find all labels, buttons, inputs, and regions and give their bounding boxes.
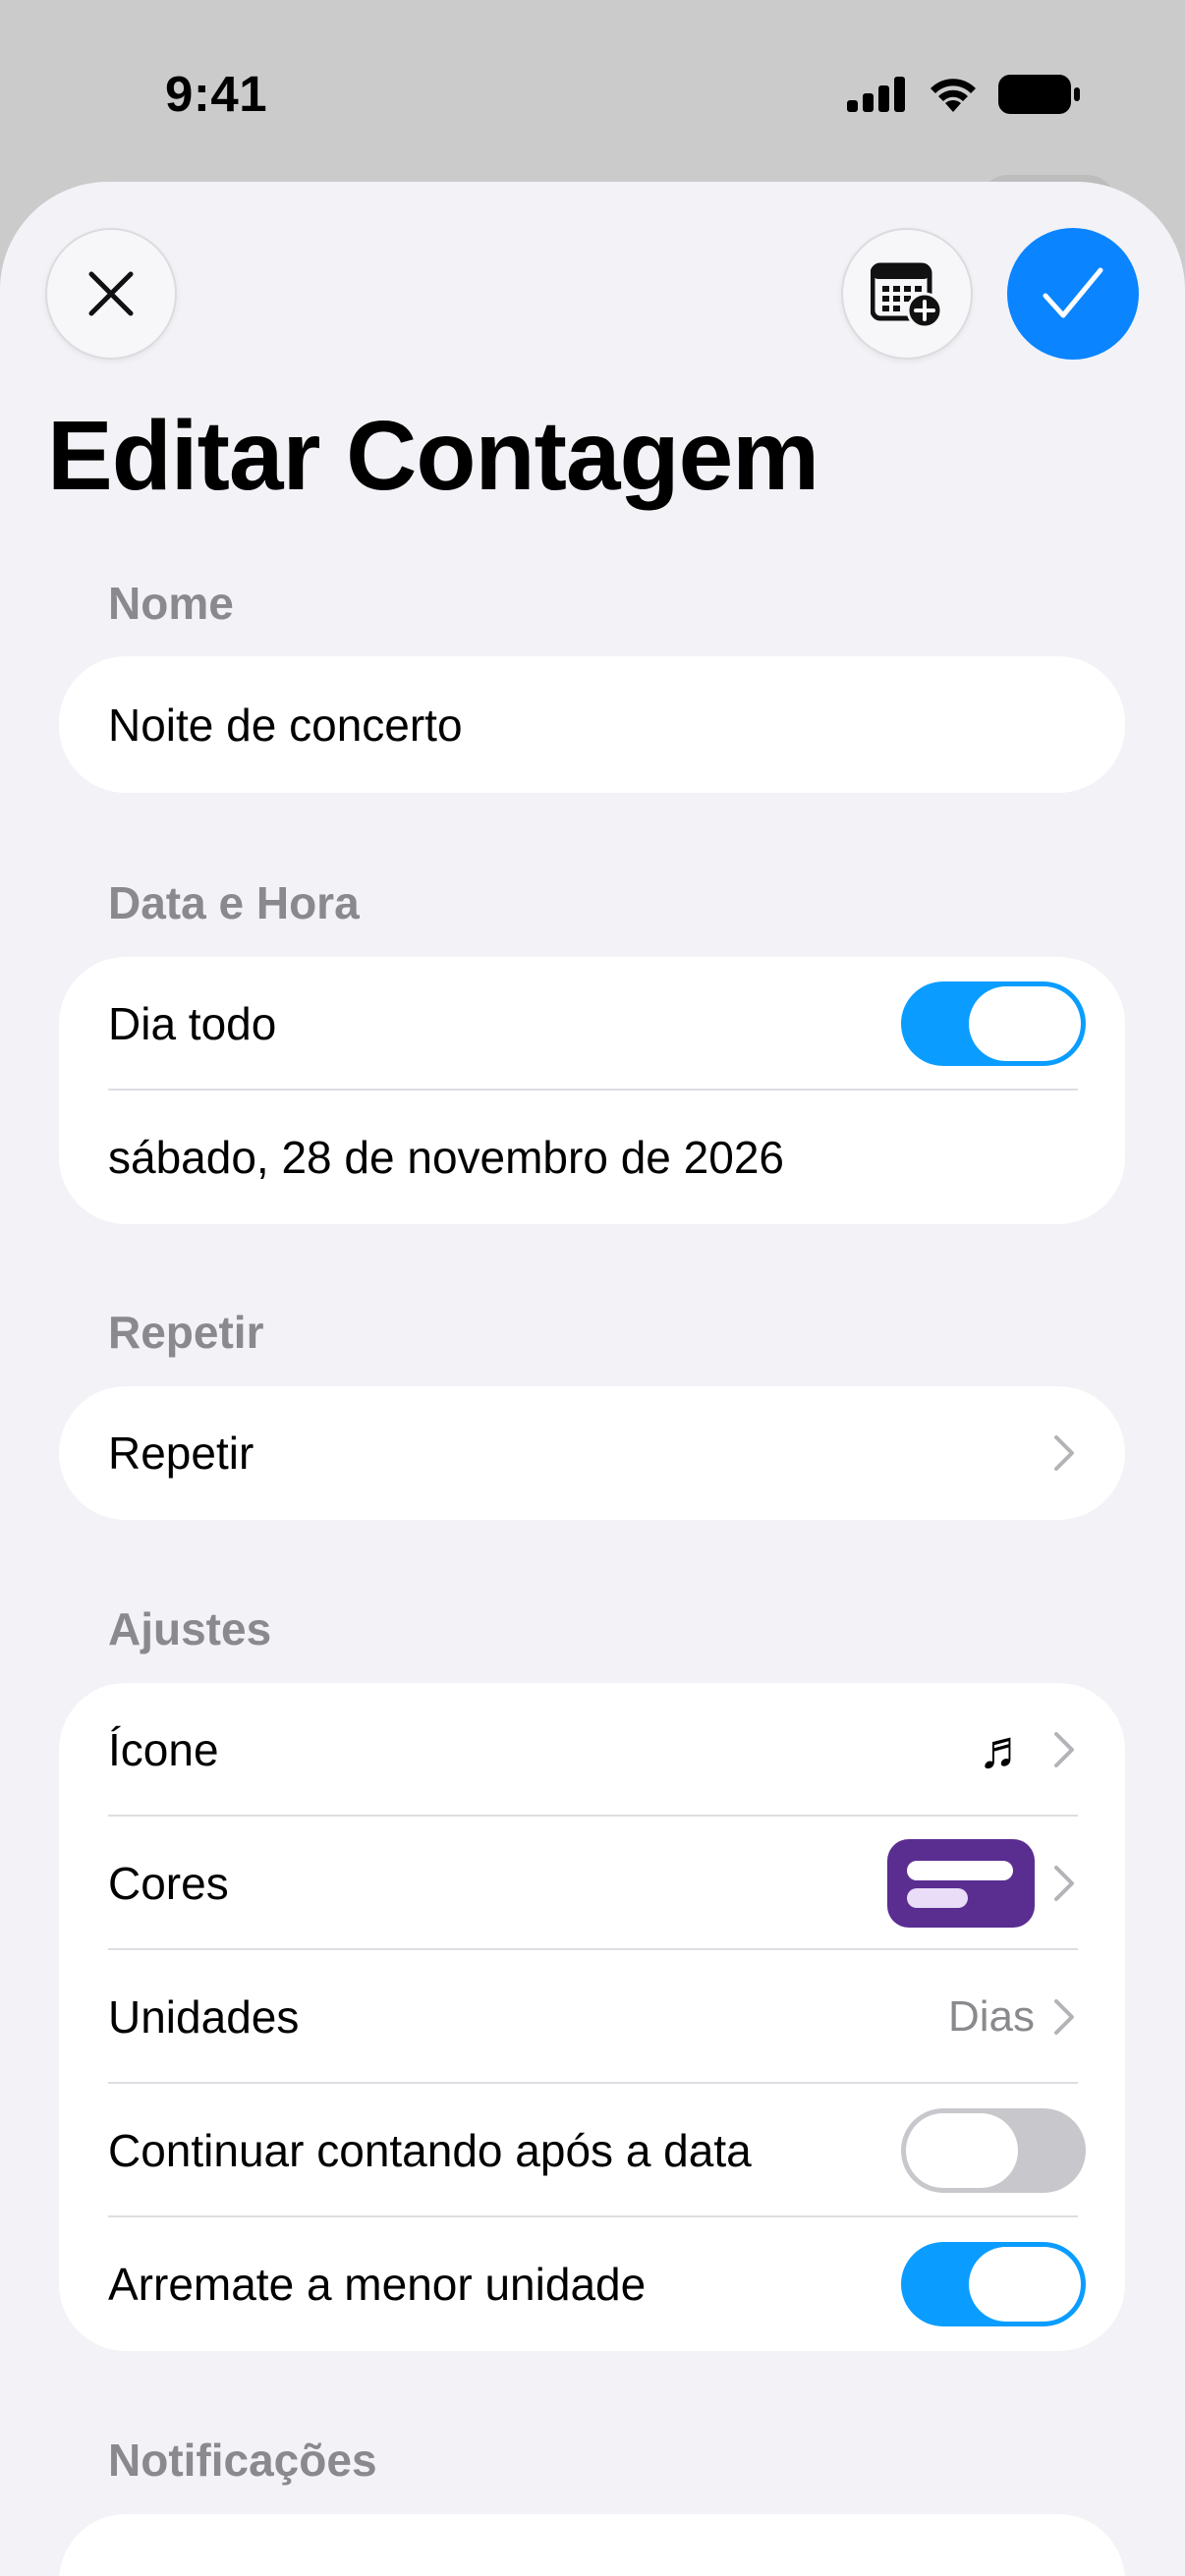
section-header-name: Nome: [108, 578, 234, 629]
close-icon: [88, 271, 134, 316]
repeat-label: Repetir: [108, 1428, 254, 1479]
section-header-datetime: Data e Hora: [108, 877, 360, 928]
music-note-icon: ♬: [978, 1720, 1031, 1779]
round-smallest-unit-toggle[interactable]: [901, 2242, 1086, 2326]
wifi-icon: [931, 79, 976, 112]
date-value[interactable]: sábado, 28 de novembro de 2026: [108, 1131, 1086, 1184]
calendar-add-icon: [871, 262, 943, 328]
section-header-settings: Ajustes: [108, 1603, 272, 1654]
all-day-label: Dia todo: [108, 998, 277, 1049]
icon-label: Ícone: [108, 1724, 219, 1775]
section-header-repeat: Repetir: [108, 1307, 264, 1358]
checkmark-icon: [1043, 267, 1103, 318]
name-field[interactable]: Noite de concerto: [59, 656, 1125, 793]
round-smallest-unit-label: Arremate a menor unidade: [108, 2259, 647, 2310]
name-value[interactable]: Noite de concerto: [108, 699, 1086, 752]
color-swatch: [887, 1839, 1035, 1928]
all-day-toggle[interactable]: [901, 981, 1086, 1066]
repeat-card: Repetir: [59, 1386, 1125, 1520]
units-value: Dias: [947, 1992, 1035, 2041]
chevron-right-icon: [1054, 1999, 1074, 2035]
name-card: Noite de concerto: [59, 656, 1125, 793]
page-title: Editar Contagem: [47, 401, 819, 511]
status-bar: 9:41: [0, 0, 1185, 187]
all-day-row: Dia todo: [59, 957, 1125, 1091]
round-smallest-unit-row: Arremate a menor unidade: [59, 2217, 1125, 2351]
settings-card: Ícone ♬ Cores Unidades Dias Continuar co…: [59, 1683, 1125, 2351]
notifications-card: [59, 2514, 1125, 2576]
confirm-button[interactable]: [1007, 228, 1139, 360]
datetime-card: Dia todo sábado, 28 de novembro de 2026: [59, 957, 1125, 1224]
section-header-notifications: Notificações: [108, 2435, 377, 2486]
add-to-calendar-button[interactable]: [841, 228, 973, 360]
battery-icon: [998, 75, 1080, 114]
units-label: Unidades: [108, 1991, 300, 2043]
chevron-right-icon: [1054, 1732, 1074, 1767]
icon-row[interactable]: Ícone ♬: [59, 1683, 1125, 1817]
continue-counting-row: Continuar contando após a data: [59, 2084, 1125, 2217]
chevron-right-icon: [1054, 1866, 1074, 1901]
status-icons: [847, 75, 1081, 114]
status-time: 9:41: [165, 66, 268, 122]
repeat-row[interactable]: Repetir: [59, 1386, 1125, 1520]
continue-counting-toggle[interactable]: [901, 2108, 1086, 2193]
cellular-signal-icon: [847, 77, 905, 112]
units-row[interactable]: Unidades Dias: [59, 1950, 1125, 2084]
close-button[interactable]: [45, 228, 177, 360]
edit-countdown-sheet: Editar Contagem Nome Noite de concerto D…: [0, 182, 1185, 2576]
chevron-right-icon: [1054, 1435, 1074, 1471]
date-row[interactable]: sábado, 28 de novembro de 2026: [59, 1091, 1125, 1224]
colors-row[interactable]: Cores: [59, 1817, 1125, 1950]
continue-counting-label: Continuar contando após a data: [108, 2125, 752, 2176]
colors-label: Cores: [108, 1858, 229, 1909]
